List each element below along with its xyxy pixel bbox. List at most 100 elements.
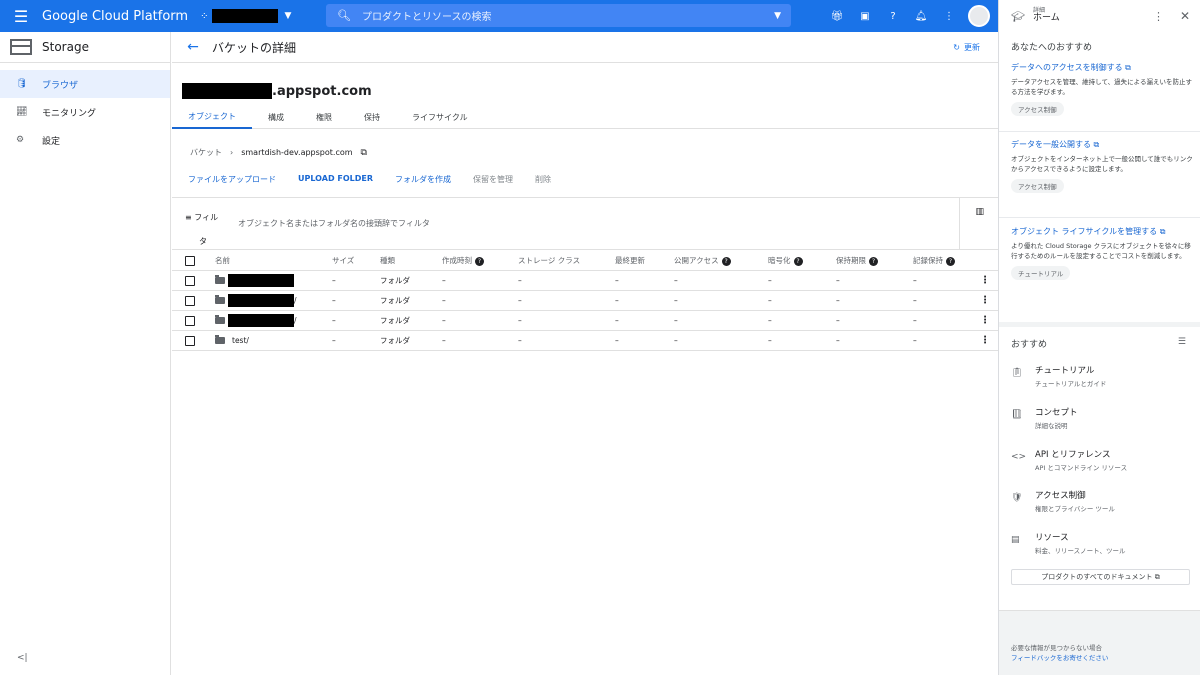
row-menu-icon[interactable]: ⋮: [980, 335, 990, 346]
col-created[interactable]: 作成時刻?: [442, 255, 484, 266]
all-docs-label: プロダクトのすべてのドキュメント: [1041, 573, 1153, 581]
all-docs-button[interactable]: プロダクトのすべてのドキュメント ⧉: [1011, 569, 1190, 585]
back-arrow-icon[interactable]: ←: [174, 39, 212, 55]
row-menu-icon[interactable]: ⋮: [980, 275, 990, 286]
resource-item-access-control[interactable]: 🛡︎ アクセス制御 権限とプライバシー ツール: [1011, 489, 1115, 513]
cell-updated: –: [615, 316, 619, 325]
copy-icon[interactable]: ⧉: [361, 148, 367, 158]
folder-name-redacted[interactable]: [228, 274, 294, 287]
resource-item-concepts[interactable]: 📕︎ コンセプト 詳細な説明: [1011, 406, 1078, 430]
filter-label-text-1: フィル: [194, 213, 219, 222]
collapse-nav-icon[interactable]: <|: [17, 653, 28, 663]
tab-retention[interactable]: 保持: [348, 105, 396, 129]
rec-link[interactable]: オブジェクト ライフサイクルを管理する ⧉: [1011, 226, 1193, 237]
refresh-button[interactable]: ↻ 更新: [953, 42, 980, 53]
bucket-name-suffix: .appspot.com: [272, 83, 372, 99]
hamburger-menu-icon[interactable]: ☰: [0, 0, 42, 32]
cell-hold: –: [913, 296, 917, 305]
select-all-checkbox[interactable]: [185, 255, 195, 266]
sidenav-header: Storage: [0, 32, 170, 63]
product-title[interactable]: Google Cloud Platform: [42, 9, 188, 24]
search-expand-icon[interactable]: ▼: [774, 11, 781, 21]
avatar[interactable]: [968, 5, 990, 27]
top-app-bar: ☰ Google Cloud Platform ⁘ ▼ 🔍︎ プロダクトとリソー…: [0, 0, 998, 32]
cloud-shell-icon[interactable]: ▣: [856, 11, 874, 22]
delete-button[interactable]: 削除: [535, 174, 551, 185]
table-header: 名前 サイズ 種類 作成時刻? ストレージ クラス 最終更新 公開アクセス? 暗…: [172, 251, 998, 271]
filter-label[interactable]: ≡ フィル タ: [185, 206, 229, 254]
cell-created: –: [442, 276, 446, 285]
search-bar[interactable]: 🔍︎ プロダクトとリソースの検索 ▼: [326, 4, 791, 27]
filter-bar: ≡ フィル タ オブジェクト名またはフォルダ名の接頭辞でフィルタ ▥: [172, 197, 998, 250]
gift-icon[interactable]: 🎁︎: [828, 11, 846, 22]
tab-objects[interactable]: オブジェクト: [172, 105, 252, 129]
rec-chip[interactable]: チュートリアル: [1011, 266, 1071, 281]
cell-encryption: –: [768, 296, 772, 305]
row-menu-icon[interactable]: ⋮: [980, 295, 990, 306]
list-view-icon[interactable]: ☰: [1178, 337, 1186, 347]
col-hold[interactable]: 記録保持?: [913, 255, 955, 266]
resource-item-resources[interactable]: ▤ リソース 料金、リリースノート、ツール: [1011, 531, 1126, 555]
rec-link[interactable]: データを一般公開する ⧉: [1011, 139, 1193, 150]
upload-folder-button[interactable]: UPLOAD FOLDER: [298, 174, 373, 185]
row-checkbox[interactable]: [185, 315, 195, 326]
tab-lifecycle[interactable]: ライフサイクル: [396, 105, 484, 129]
folder-name-redacted[interactable]: [228, 294, 294, 307]
sidebar-item-settings[interactable]: ⚙︎ 設定: [0, 126, 170, 154]
close-icon[interactable]: ✕: [1180, 9, 1190, 23]
graduation-cap-icon: 🎓︎: [1011, 9, 1025, 23]
search-input[interactable]: プロダクトとリソースの検索: [362, 8, 492, 23]
filter-input[interactable]: オブジェクト名またはフォルダ名の接頭辞でフィルタ: [238, 218, 430, 229]
notifications-icon[interactable]: 🔔︎: [912, 11, 930, 22]
chevron-down-icon: ▼: [284, 11, 292, 21]
row-menu-icon[interactable]: ⋮: [980, 315, 990, 326]
manage-holds-button[interactable]: 保留を管理: [473, 174, 513, 185]
table-row[interactable]: test/ – フォルダ – – – – – – – ⋮: [172, 331, 998, 351]
col-storage-class[interactable]: ストレージ クラス: [518, 255, 580, 266]
cell-public: –: [674, 316, 678, 325]
sidebar-item-browser[interactable]: 🛢︎ ブラウザ: [0, 70, 170, 98]
tab-configuration[interactable]: 構成: [252, 105, 300, 129]
rec-chip[interactable]: アクセス制御: [1011, 179, 1064, 194]
more-vert-icon[interactable]: ⋮: [1153, 10, 1164, 23]
table-row[interactable]: / – フォルダ – – – – – – – ⋮: [172, 291, 998, 311]
resource-subtitle: API とコマンドライン リソース: [1035, 464, 1128, 472]
project-selector[interactable]: ⁘ ▼: [200, 9, 291, 23]
col-updated[interactable]: 最終更新: [615, 255, 645, 266]
panel-title: ホーム: [1032, 13, 1060, 24]
row-checkbox[interactable]: [185, 275, 195, 286]
table-row[interactable]: / – フォルダ – – – – – – – ⋮: [172, 311, 998, 331]
col-public-access[interactable]: 公開アクセス?: [674, 255, 731, 266]
folder-name-suffix: /: [294, 296, 297, 305]
folder-icon: [215, 275, 225, 284]
cell-encryption: –: [768, 316, 772, 325]
col-retention[interactable]: 保持期限?: [836, 255, 878, 266]
col-encryption[interactable]: 暗号化?: [768, 255, 803, 266]
more-vert-icon[interactable]: ⋮: [940, 11, 958, 22]
help-icon[interactable]: ?: [884, 11, 902, 22]
cell-type: フォルダ: [380, 336, 410, 345]
table-row[interactable]: – フォルダ – – – – – – – ⋮: [172, 271, 998, 291]
row-checkbox[interactable]: [185, 335, 195, 346]
col-size[interactable]: サイズ: [332, 255, 354, 266]
folder-name-redacted[interactable]: [228, 314, 294, 327]
resource-item-api[interactable]: <> API とリファレンス API とコマンドライン リソース: [1011, 448, 1127, 472]
rec-link[interactable]: データへのアクセスを制御する ⧉: [1011, 62, 1193, 73]
cell-hold: –: [913, 336, 917, 345]
column-display-icon[interactable]: ▥: [975, 207, 984, 217]
folder-icon: [215, 315, 225, 324]
col-type[interactable]: 種類: [380, 255, 395, 266]
breadcrumb-root[interactable]: バケット: [190, 147, 222, 158]
sidebar-item-monitoring[interactable]: 📈︎ モニタリング: [0, 98, 170, 126]
resource-title: リソース: [1035, 533, 1069, 543]
folder-name-link[interactable]: test/: [232, 336, 249, 345]
row-checkbox[interactable]: [185, 295, 195, 306]
tab-permissions[interactable]: 権限: [300, 105, 348, 129]
upload-files-button[interactable]: ファイルをアップロード: [188, 174, 276, 185]
divider: [999, 217, 1200, 218]
feedback-link[interactable]: フィードバックをお寄せください: [1011, 654, 1108, 664]
resource-item-tutorial[interactable]: 📋︎ チュートリアル チュートリアルとガイド: [1011, 364, 1106, 388]
create-folder-button[interactable]: フォルダを作成: [395, 174, 451, 185]
col-name[interactable]: 名前: [215, 255, 230, 266]
rec-chip[interactable]: アクセス制御: [1011, 102, 1064, 117]
